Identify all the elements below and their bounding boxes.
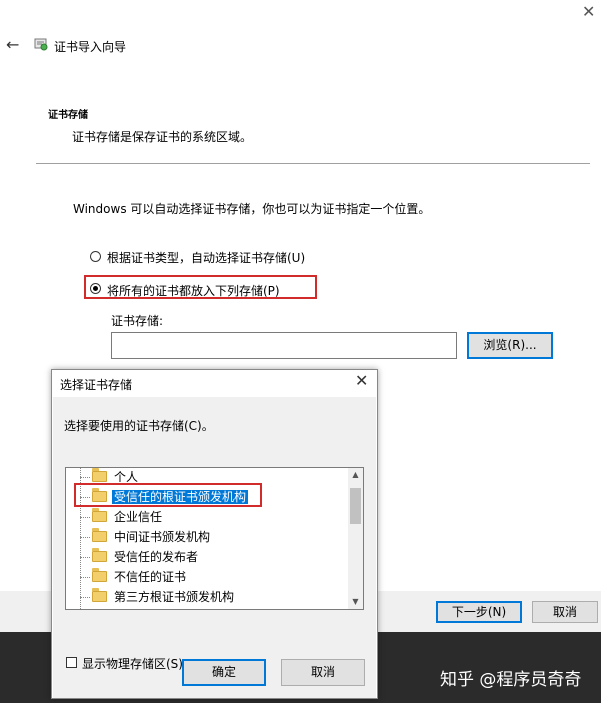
store-input[interactable] [111,332,457,359]
wizard-close-icon[interactable]: ✕ [582,4,595,20]
tree-item-enterprise-trust[interactable]: 企业信任 [80,508,164,526]
tree-item-trusted-publishers[interactable]: 受信任的发布者 [80,548,200,566]
annotation-box-tree [74,483,262,507]
certificate-wizard-icon [34,37,48,51]
section-title: 证书存储 [48,110,88,121]
folder-icon [92,588,107,602]
folder-icon [92,468,107,482]
browse-button[interactable]: 浏览(R)... [467,332,553,359]
wizard-cancel-button[interactable]: 取消 [532,601,598,623]
dialog-body: 选择要使用的证书存储(C)。 个人 受信任的根证书颁发机构 企业信任 中间证书颁… [53,397,376,698]
back-arrow-icon[interactable]: ← [6,35,19,54]
folder-icon [92,548,107,562]
store-label: 证书存储: [111,314,164,328]
tree-item-intermediate-ca[interactable]: 中间证书颁发机构 [80,528,212,546]
watermark-text: 知乎 @程序员奇奇 [440,670,582,690]
intro-text: Windows 可以自动选择证书存储，你也可以为证书指定一个位置。 [73,202,431,216]
radio-auto-select[interactable] [90,251,101,262]
show-physical-checkbox[interactable] [66,657,77,668]
tree-item-third-party-root[interactable]: 第三方根证书颁发机构 [80,588,236,606]
tree-item-untrusted[interactable]: 不信任的证书 [80,568,188,586]
dialog-title: 选择证书存储 [60,378,133,392]
radio-auto-label: 根据证书类型，自动选择证书存储(U) [107,251,306,265]
tree-scrollbar[interactable]: ▲ ▼ [348,468,363,609]
show-physical-label: 显示物理存储区(S) [82,657,183,671]
dialog-close-icon[interactable]: ✕ [355,373,368,389]
section-description: 证书存储是保存证书的系统区域。 [72,130,253,144]
radio-manual-select[interactable] [90,283,101,294]
scroll-thumb[interactable] [350,488,361,524]
folder-icon [92,508,107,522]
radio-manual-label: 将所有的证书都放入下列存储(P) [107,284,280,298]
select-store-dialog: 选择证书存储 ✕ 选择要使用的证书存储(C)。 个人 受信任的根证书颁发机构 企… [51,369,378,699]
folder-icon [92,528,107,542]
divider [36,163,590,164]
next-button[interactable]: 下一步(N) [436,601,522,623]
dialog-cancel-button[interactable]: 取消 [281,659,365,686]
scroll-up-icon[interactable]: ▲ [348,468,363,482]
dialog-ok-button[interactable]: 确定 [182,659,266,686]
scroll-down-icon[interactable]: ▼ [348,595,363,609]
wizard-title: 证书导入向导 [54,40,127,54]
folder-icon [92,568,107,582]
dialog-prompt: 选择要使用的证书存储(C)。 [64,419,214,433]
